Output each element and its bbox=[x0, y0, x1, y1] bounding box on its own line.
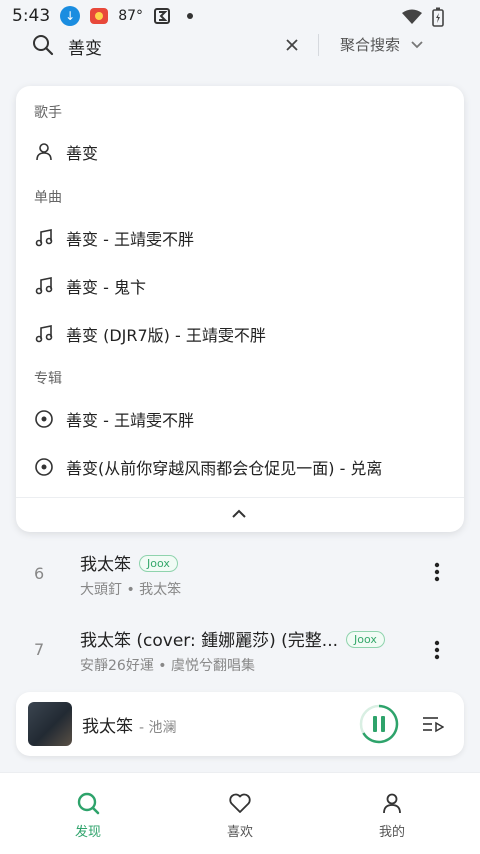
app-b-icon bbox=[153, 7, 171, 25]
heart-icon bbox=[228, 791, 252, 815]
chevron-up-icon[interactable] bbox=[230, 506, 248, 520]
nav-discover[interactable]: 发现 bbox=[38, 773, 138, 854]
status-time: 5:43 bbox=[12, 6, 51, 26]
list-item[interactable]: 7 我太笨 (cover: 鍾娜麗莎) (完整... Joox 安靜26好運 • … bbox=[0, 622, 480, 682]
suggestion-song[interactable]: 善变 - 王靖雯不胖 bbox=[16, 218, 464, 258]
suggestion-text: 善变 - 王靖雯不胖 bbox=[66, 411, 194, 430]
temperature-text: 87° bbox=[118, 8, 144, 24]
suggestion-text: 善变 bbox=[66, 144, 99, 163]
disc-icon bbox=[34, 409, 54, 429]
search-suggestions-panel: 歌手 善变 单曲 善变 - 王靖雯不胖 善变 - 鬼卞 善变 (DJR7版) -… bbox=[16, 86, 464, 532]
more-vertical-icon[interactable] bbox=[432, 562, 442, 582]
track-title: 我太笨 Joox bbox=[80, 550, 178, 575]
pause-button[interactable] bbox=[359, 704, 399, 744]
album-cover[interactable] bbox=[28, 702, 72, 746]
nav-mine[interactable]: 我的 bbox=[342, 773, 442, 854]
track-subtitle: 大頭釘 • 我太笨 bbox=[80, 582, 182, 598]
nav-label: 喜欢 bbox=[226, 825, 253, 840]
user-icon bbox=[380, 791, 404, 815]
music-note-icon bbox=[34, 276, 54, 296]
search-icon[interactable] bbox=[32, 34, 54, 56]
now-playing-artist: - 池澜 bbox=[139, 720, 177, 736]
search-input[interactable] bbox=[68, 32, 268, 60]
suggestion-text: 善变(从前你穿越风雨都会仓促见一面) - 兑离 bbox=[66, 459, 383, 478]
track-title: 我太笨 (cover: 鍾娜麗莎) (完整... Joox bbox=[80, 626, 385, 651]
suggestion-album[interactable]: 善变(从前你穿越风雨都会仓促见一面) - 兑离 bbox=[16, 447, 464, 487]
suggestion-album[interactable]: 善变 - 王靖雯不胖 bbox=[16, 399, 464, 439]
nav-label: 我的 bbox=[378, 825, 405, 840]
source-badge: Joox bbox=[139, 555, 178, 572]
suggestion-song[interactable]: 善变 - 鬼卞 bbox=[16, 266, 464, 306]
suggestion-artist[interactable]: 善变 bbox=[16, 132, 464, 172]
music-note-icon bbox=[34, 324, 54, 344]
section-title-song: 单曲 bbox=[34, 190, 62, 206]
more-vertical-icon[interactable] bbox=[432, 640, 442, 660]
search-divider bbox=[318, 34, 319, 56]
panel-divider bbox=[16, 497, 464, 498]
suggestion-text: 善变 - 鬼卞 bbox=[66, 278, 146, 297]
list-item[interactable]: 6 我太笨 Joox 大頭釘 • 我太笨 bbox=[0, 546, 480, 606]
download-icon: ↓ bbox=[60, 6, 81, 26]
person-icon bbox=[34, 142, 54, 162]
bottom-navigation: 发现 喜欢 我的 bbox=[0, 772, 480, 854]
source-badge: Joox bbox=[346, 631, 385, 648]
track-index: 7 bbox=[34, 640, 45, 659]
suggestion-song[interactable]: 善变 (DJR7版) - 王靖雯不胖 bbox=[16, 314, 464, 354]
search-mode-label: 聚合搜索 bbox=[340, 36, 401, 54]
chevron-down-icon bbox=[410, 36, 424, 54]
search-bar: 聚合搜索 bbox=[0, 28, 480, 64]
section-title-artist: 歌手 bbox=[34, 105, 62, 121]
now-playing-title: 我太笨 - 池澜 bbox=[82, 717, 177, 737]
app-notification-icon bbox=[88, 6, 110, 26]
suggestion-text: 善变 - 王靖雯不胖 bbox=[66, 230, 194, 249]
playlist-icon[interactable] bbox=[422, 714, 445, 734]
suggestion-text: 善变 (DJR7版) - 王靖雯不胖 bbox=[66, 326, 266, 345]
close-icon[interactable] bbox=[283, 36, 301, 54]
mini-player[interactable]: 我太笨 - 池澜 bbox=[16, 692, 464, 756]
wifi-icon bbox=[402, 9, 422, 29]
disc-icon bbox=[34, 457, 54, 477]
nav-label: 发现 bbox=[74, 825, 101, 840]
music-note-icon bbox=[34, 228, 54, 248]
track-subtitle: 安靜26好運 • 虞悦兮翻唱集 bbox=[80, 658, 255, 674]
search-icon bbox=[76, 791, 100, 815]
nav-favorites[interactable]: 喜欢 bbox=[190, 773, 290, 854]
search-mode-select[interactable]: 聚合搜索 bbox=[340, 34, 424, 55]
section-title-album: 专辑 bbox=[34, 371, 62, 387]
notification-dot-icon bbox=[187, 13, 194, 19]
track-index: 6 bbox=[34, 564, 45, 583]
